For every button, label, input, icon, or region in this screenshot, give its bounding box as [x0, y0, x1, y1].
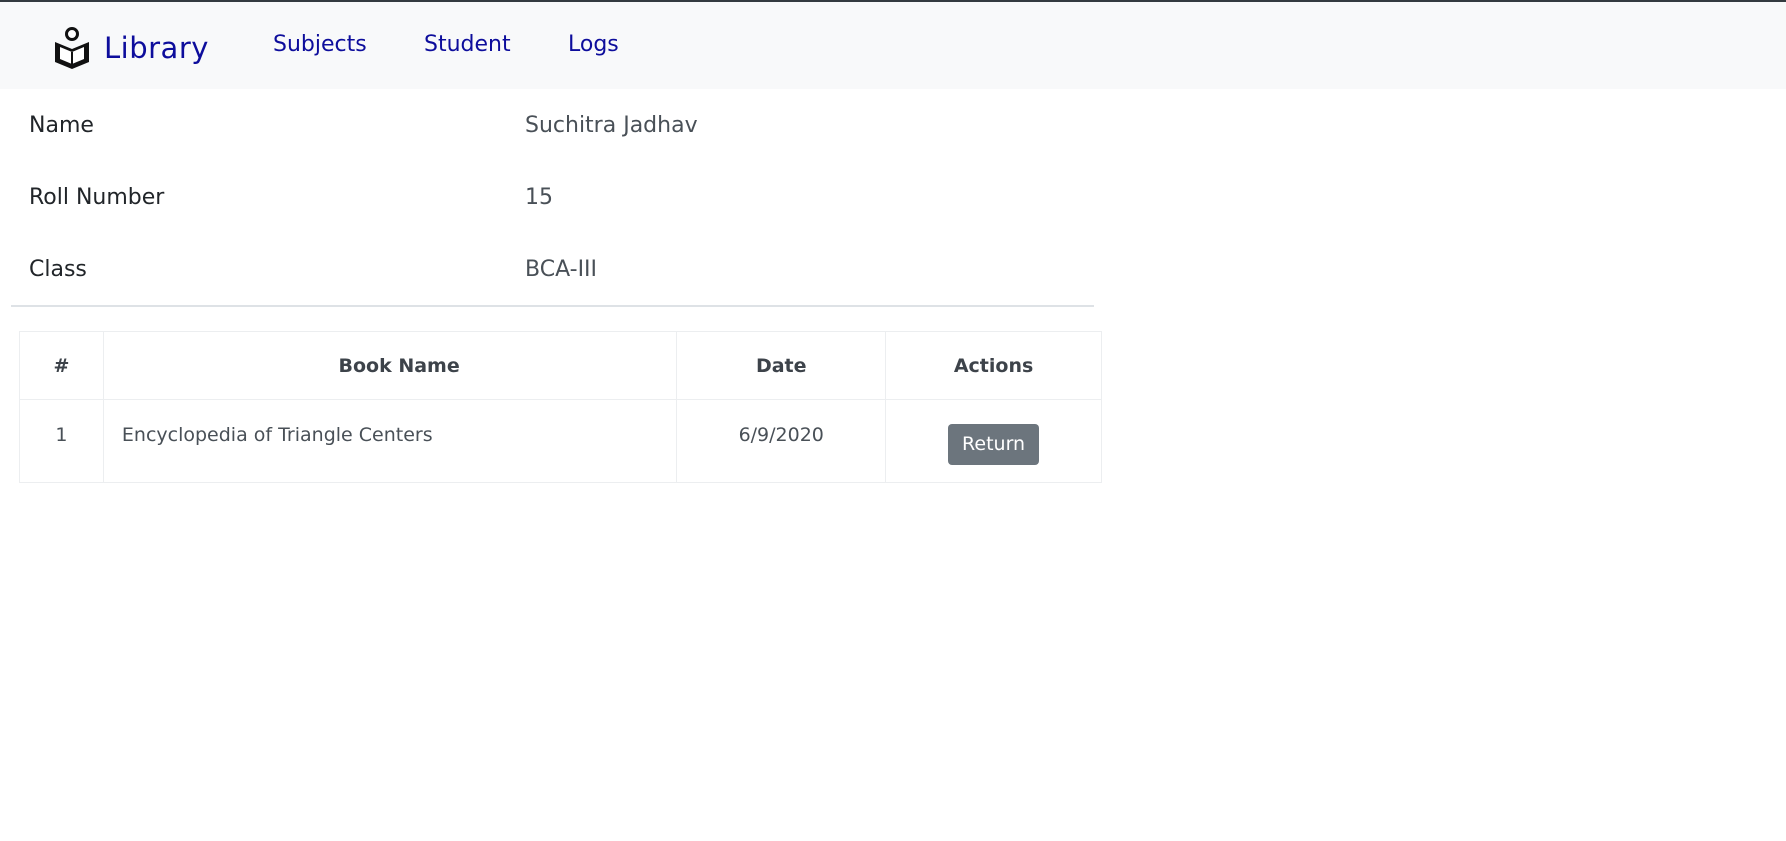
info-divider — [11, 305, 1094, 307]
name-label: Name — [29, 113, 94, 138]
header-number: # — [19, 331, 104, 400]
reader-icon — [52, 26, 92, 70]
brand-title: Library — [104, 31, 209, 65]
issued-books-table: # Book Name Date Actions 1 Encyclopedia … — [19, 331, 1102, 483]
class-label: Class — [29, 257, 87, 282]
header-date: Date — [676, 331, 887, 400]
brand-link[interactable]: Library — [52, 26, 209, 70]
info-row-name: Name Suchitra Jadhav — [0, 89, 1100, 161]
roll-number-label: Roll Number — [29, 185, 165, 210]
row-book-name: Encyclopedia of Triangle Centers — [102, 399, 678, 483]
row-date: 6/9/2020 — [676, 399, 887, 483]
info-row-roll-number: Roll Number 15 — [0, 161, 1100, 233]
class-value: BCA-III — [525, 257, 598, 282]
row-actions: Return — [885, 399, 1102, 483]
header-book-name: Book Name — [102, 331, 678, 400]
nav-link-subjects[interactable]: Subjects — [273, 32, 367, 57]
return-button[interactable]: Return — [948, 424, 1040, 465]
table-header-row: # Book Name Date Actions — [19, 331, 1102, 400]
nav-link-logs[interactable]: Logs — [568, 32, 619, 57]
info-row-class: Class BCA-III — [0, 233, 1100, 305]
header-actions: Actions — [885, 331, 1102, 400]
roll-number-value: 15 — [525, 185, 553, 210]
nav-link-student[interactable]: Student — [424, 32, 511, 57]
table-row: 1 Encyclopedia of Triangle Centers 6/9/2… — [19, 399, 1102, 483]
name-value: Suchitra Jadhav — [525, 113, 698, 138]
row-number: 1 — [19, 399, 104, 483]
navbar: Library Subjects Student Logs — [0, 2, 1786, 89]
